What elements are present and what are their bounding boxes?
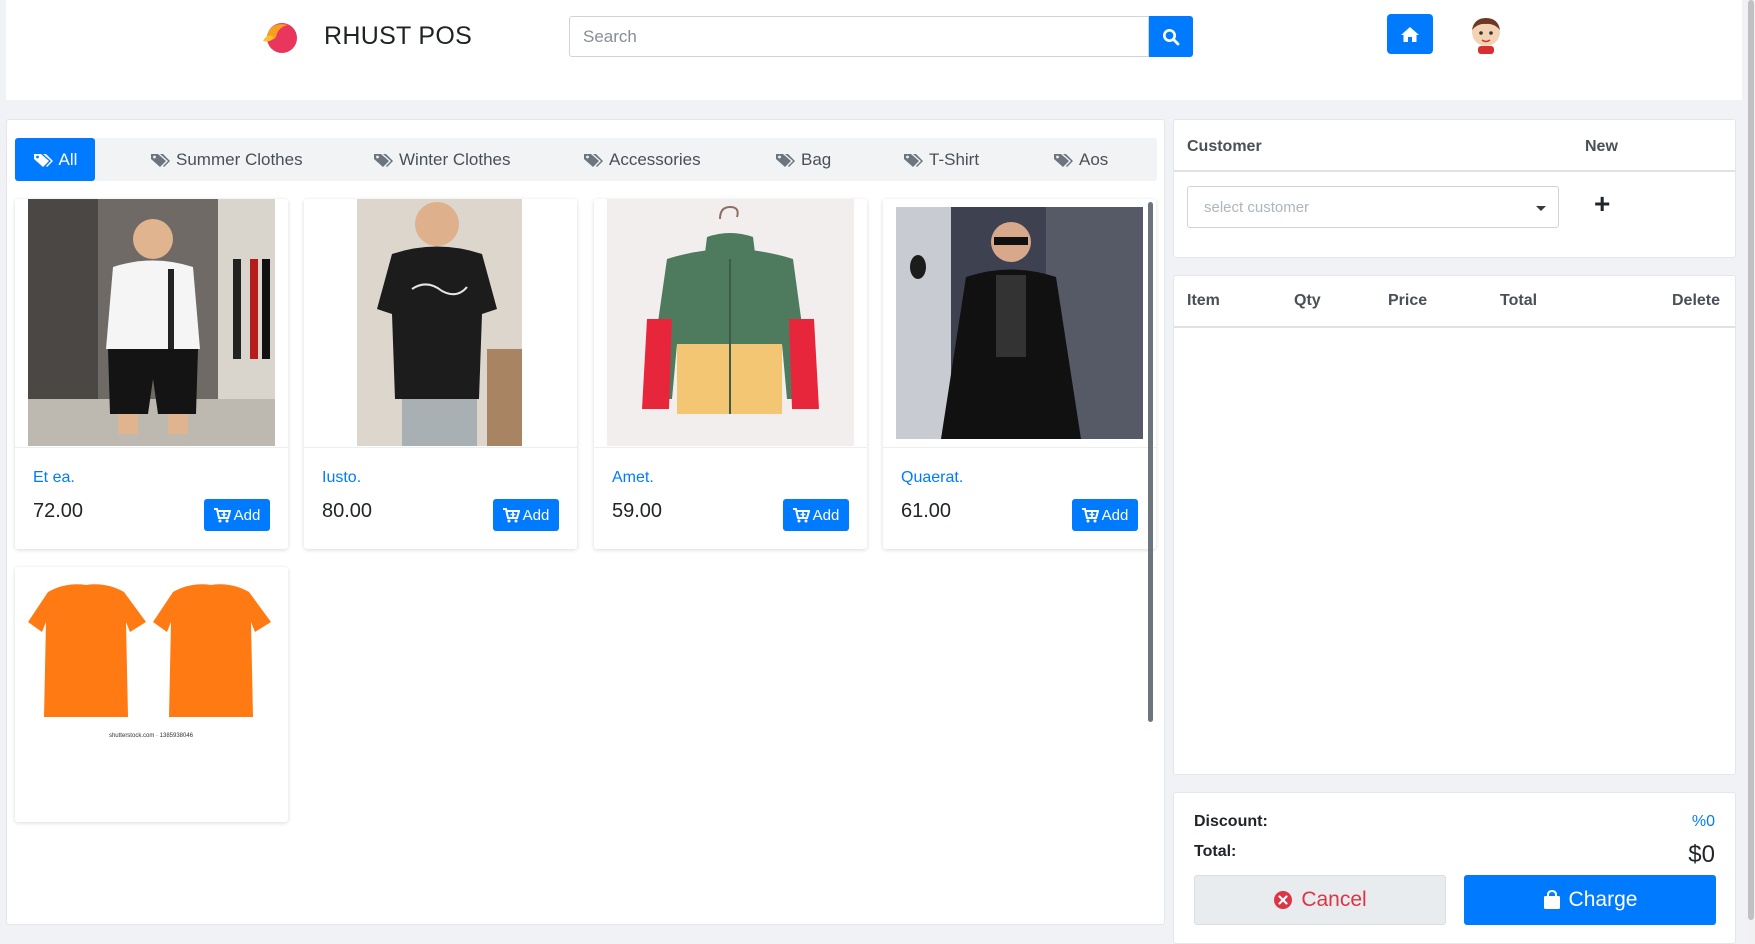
customer-label: Customer <box>1187 138 1262 155</box>
add-label: Add <box>1101 506 1129 524</box>
product-image <box>28 199 275 446</box>
tab-label: Bag <box>801 149 832 169</box>
add-to-cart-button[interactable]: Add <box>493 499 559 531</box>
add-label: Add <box>233 506 261 524</box>
discount-label: Discount: <box>1194 813 1268 830</box>
add-to-cart-button[interactable]: Add <box>204 499 270 531</box>
card-divider <box>883 447 1156 448</box>
order-summary: Discount: %0 Total: $0 Cancel Charge <box>1173 792 1736 944</box>
tag-icon <box>584 153 603 167</box>
top-header: RHUST POS <box>6 0 1742 100</box>
cart-table-header: Item Qty Price Total Delete <box>1174 276 1735 328</box>
product-card[interactable]: Quaerat. 61.00 Add <box>883 199 1156 549</box>
tag-icon <box>33 153 53 167</box>
total-label: Total: <box>1194 843 1237 860</box>
customer-select[interactable]: select customer <box>1187 186 1559 228</box>
tab-label: Summer Clothes <box>176 149 303 169</box>
column-total: Total <box>1500 292 1538 309</box>
charge-button[interactable]: Charge <box>1464 875 1716 925</box>
column-delete: Delete <box>1672 292 1721 309</box>
user-avatar[interactable] <box>1470 16 1502 54</box>
tab-accessories[interactable]: Accessories <box>583 138 701 181</box>
tag-icon <box>776 153 795 167</box>
total-value: $0 <box>1688 841 1715 868</box>
category-tabs: All Summer Clothes Winter Clothes Access… <box>15 138 1157 181</box>
add-customer-button[interactable]: + <box>1594 190 1610 218</box>
select-placeholder: select customer <box>1204 199 1310 216</box>
chevron-down-icon <box>1536 206 1546 211</box>
new-customer-label: New <box>1585 138 1618 155</box>
tab-label: All <box>58 149 78 169</box>
product-name[interactable]: Quaerat. <box>901 469 963 487</box>
cart-plus-icon <box>792 507 810 522</box>
add-to-cart-button[interactable]: Add <box>783 499 849 531</box>
add-label: Add <box>812 506 840 524</box>
times-circle-icon <box>1274 891 1293 909</box>
brand-logo-icon <box>263 23 297 53</box>
customer-header: Customer New <box>1174 120 1735 172</box>
tag-icon <box>1054 153 1073 167</box>
cart-plus-icon <box>1081 507 1099 522</box>
tag-icon <box>904 153 923 167</box>
cancel-label: Cancel <box>1301 888 1367 911</box>
column-qty: Qty <box>1294 292 1321 309</box>
home-button[interactable] <box>1387 14 1433 54</box>
product-image: shutterstock.com · 1385938046 <box>28 567 275 747</box>
product-price: 80.00 <box>322 500 373 522</box>
tag-icon <box>151 153 170 167</box>
tab-winter-clothes[interactable]: Winter Clothes <box>373 138 510 181</box>
product-name[interactable]: Et ea. <box>33 469 75 487</box>
product-card[interactable]: Amet. 59.00 Add <box>594 199 867 549</box>
tab-label: Aos <box>1079 149 1109 169</box>
customer-panel: Customer New select customer + <box>1173 119 1736 258</box>
product-image <box>357 199 522 446</box>
product-name[interactable]: Amet. <box>612 469 654 487</box>
add-to-cart-button[interactable]: Add <box>1072 499 1138 531</box>
product-image <box>896 207 1143 439</box>
tab-aos[interactable]: Aos <box>1053 138 1108 181</box>
cart-panel: Item Qty Price Total Delete <box>1173 275 1736 775</box>
svg-text:shutterstock.com · 1385938046: shutterstock.com · 1385938046 <box>109 733 194 739</box>
page-scrollbar-thumb[interactable] <box>1748 0 1754 920</box>
search-button[interactable] <box>1149 16 1193 57</box>
tab-summer-clothes[interactable]: Summer Clothes <box>150 138 303 181</box>
home-icon <box>1401 26 1419 42</box>
product-price: 72.00 <box>33 500 84 522</box>
product-card[interactable]: Iusto. 80.00 Add <box>304 199 577 549</box>
column-item: Item <box>1187 292 1220 309</box>
search-input[interactable] <box>569 16 1149 57</box>
product-card[interactable]: Et ea. 72.00 Add <box>15 199 288 549</box>
search-icon <box>1163 28 1180 45</box>
tab-label: Winter Clothes <box>399 149 511 169</box>
product-price: 59.00 <box>612 500 663 522</box>
tab-label: T-Shirt <box>929 149 980 169</box>
charge-label: Charge <box>1568 888 1638 911</box>
product-card[interactable]: shutterstock.com · 1385938046 <box>15 567 288 822</box>
cart-plus-icon <box>213 507 231 522</box>
brand-name: RHUST POS <box>324 22 473 50</box>
card-divider <box>15 447 288 448</box>
discount-value[interactable]: %0 <box>1692 813 1715 831</box>
add-label: Add <box>522 506 550 524</box>
product-list-scrollbar[interactable] <box>1148 202 1153 722</box>
product-price: 61.00 <box>901 500 952 522</box>
cart-plus-icon <box>502 507 520 522</box>
column-price: Price <box>1388 292 1428 309</box>
card-divider <box>304 447 577 448</box>
tab-t-shirt[interactable]: T-Shirt <box>903 138 979 181</box>
tab-bag[interactable]: Bag <box>775 138 831 181</box>
product-panel: All Summer Clothes Winter Clothes Access… <box>6 119 1165 925</box>
shopping-bag-icon <box>1543 890 1560 909</box>
card-divider <box>594 447 867 448</box>
tag-icon <box>374 153 393 167</box>
product-name[interactable]: Iusto. <box>322 469 361 487</box>
tab-label: Accessories <box>609 149 701 169</box>
tab-all[interactable]: All <box>15 138 95 181</box>
cancel-button[interactable]: Cancel <box>1194 875 1446 925</box>
product-image <box>607 199 854 446</box>
